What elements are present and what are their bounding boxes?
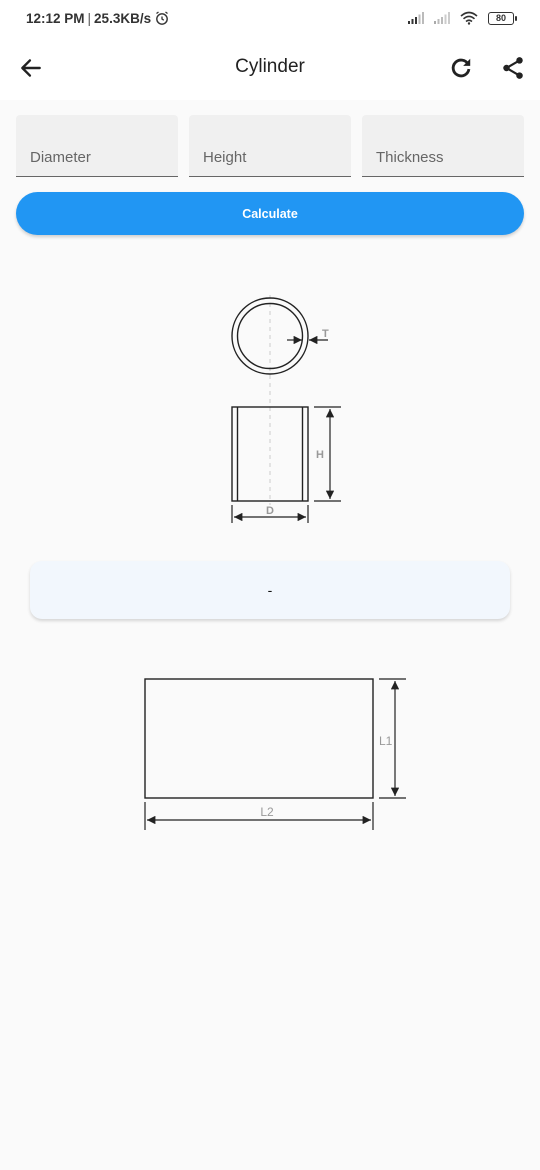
signal-weak-icon bbox=[434, 12, 450, 24]
status-separator: | bbox=[87, 10, 92, 26]
share-icon[interactable] bbox=[500, 55, 526, 81]
label-diameter: D bbox=[266, 505, 274, 517]
cylinder-diagram: T H D bbox=[231, 295, 341, 523]
refresh-icon[interactable] bbox=[448, 55, 474, 81]
sheet-rectangle bbox=[144, 678, 374, 799]
diameter-input[interactable] bbox=[16, 115, 178, 176]
label-height: H bbox=[316, 449, 324, 461]
status-right: 80 bbox=[408, 11, 517, 25]
result-card: - bbox=[30, 561, 510, 619]
battery-level: 80 bbox=[495, 13, 506, 23]
status-bar: 12:12 PM | 25.3KB/s 80 bbox=[0, 0, 540, 36]
sheet-diagram: L1 L2 bbox=[144, 678, 406, 830]
status-time: 12:12 PM bbox=[26, 10, 85, 26]
alarm-icon bbox=[156, 11, 168, 25]
wifi-icon bbox=[460, 11, 478, 25]
thickness-input[interactable] bbox=[362, 115, 524, 176]
result-value: - bbox=[267, 582, 273, 598]
cylinder-side-outer bbox=[231, 406, 309, 502]
calculate-button[interactable]: Calculate bbox=[16, 192, 524, 235]
height-input[interactable] bbox=[189, 115, 351, 176]
height-field-container bbox=[189, 115, 351, 177]
diameter-field-container bbox=[16, 115, 178, 177]
battery-icon: 80 bbox=[488, 11, 517, 25]
status-network-speed: 25.3KB/s bbox=[94, 10, 152, 26]
label-l1: L1 bbox=[379, 734, 393, 748]
status-left: 12:12 PM | 25.3KB/s bbox=[26, 10, 170, 26]
signal-icon bbox=[408, 12, 424, 24]
app-bar: Cylinder bbox=[0, 36, 540, 100]
thickness-field-container bbox=[362, 115, 524, 177]
label-thickness: T bbox=[322, 328, 329, 340]
label-l2: L2 bbox=[260, 805, 274, 819]
